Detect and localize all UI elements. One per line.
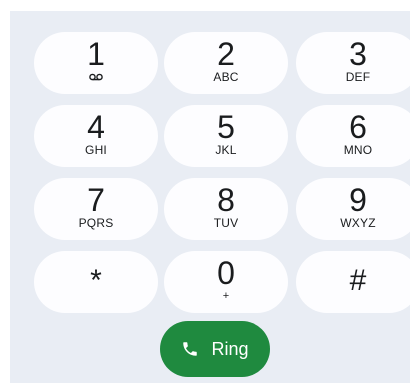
key-digit: * <box>90 264 102 297</box>
key-letters: PQRS <box>78 216 114 230</box>
key-3[interactable]: 3 DEF <box>296 32 410 94</box>
ring-button[interactable]: Ring <box>160 321 270 377</box>
key-letters: JKL <box>215 143 237 157</box>
key-6[interactable]: 6 MNO <box>296 105 410 167</box>
key-digit: # <box>349 264 367 297</box>
key-8[interactable]: 8 TUV <box>164 178 288 240</box>
phone-icon <box>181 340 199 358</box>
key-plus: + <box>222 290 230 302</box>
key-2[interactable]: 2 ABC <box>164 32 288 94</box>
key-digit: 6 <box>349 109 367 145</box>
key-letters: TUV <box>213 216 239 230</box>
voicemail-icon <box>34 70 158 84</box>
key-5[interactable]: 5 JKL <box>164 105 288 167</box>
key-letters: MNO <box>343 143 373 157</box>
key-0[interactable]: 0 + <box>164 251 288 313</box>
key-1[interactable]: 1 <box>34 32 158 94</box>
key-digit: 5 <box>217 109 235 145</box>
key-letters: WXYZ <box>340 216 376 230</box>
key-letters: ABC <box>213 70 239 84</box>
key-letters: DEF <box>345 70 371 84</box>
key-hash[interactable]: # <box>296 251 410 313</box>
key-9[interactable]: 9 WXYZ <box>296 178 410 240</box>
key-digit: 9 <box>349 182 367 218</box>
key-4[interactable]: 4 GHI <box>34 105 158 167</box>
key-digit: 1 <box>87 36 105 72</box>
key-star[interactable]: * <box>34 251 158 313</box>
key-letters: GHI <box>85 143 107 157</box>
key-digit: 4 <box>87 109 105 145</box>
key-digit: 8 <box>217 182 235 218</box>
key-7[interactable]: 7 PQRS <box>34 178 158 240</box>
key-digit: 3 <box>349 36 367 72</box>
key-digit: 0 <box>217 255 235 291</box>
ring-label: Ring <box>211 338 249 359</box>
key-digit: 7 <box>87 182 105 218</box>
key-digit: 2 <box>217 36 235 72</box>
